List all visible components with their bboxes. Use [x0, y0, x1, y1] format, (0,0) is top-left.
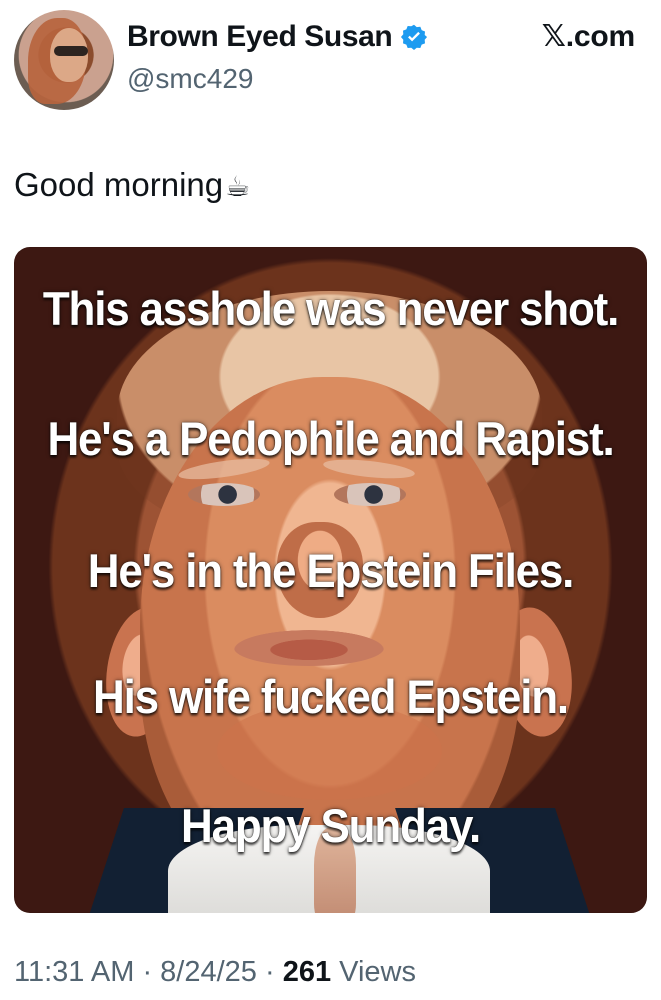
avatar-sunglasses — [54, 46, 88, 56]
portrait-left-eye — [188, 483, 260, 506]
tweet-header: Brown Eyed Susan @smc429 𝕏.com — [14, 10, 647, 110]
meme-line-2: He's a Pedophile and Rapist. — [47, 413, 614, 466]
portrait-mouth — [234, 630, 384, 666]
tweet-body: Good morning☕ — [14, 166, 647, 204]
tweet-time[interactable]: 11:31 AM — [14, 956, 134, 988]
coffee-cup-icon: ☕ — [225, 171, 251, 203]
x-brand-label: 𝕏.com — [541, 20, 635, 53]
tweet-text: Good morning — [14, 166, 224, 203]
meme-line-3: He's in the Epstein Files. — [87, 545, 575, 598]
tweet-image[interactable]: This asshole was never shot. He's a Pedo… — [14, 247, 647, 913]
portrait-right-eye — [334, 483, 406, 506]
meme-line-4: His wife fucked Epstein. — [93, 671, 569, 724]
views-count: 261 — [282, 956, 332, 988]
author-name-row[interactable]: Brown Eyed Susan — [127, 22, 428, 52]
profile-avatar[interactable] — [14, 10, 114, 110]
metadata-separator: · — [134, 956, 161, 988]
tweet-metadata: 11:31 AM · 8/24/25 · 261 Views — [14, 958, 416, 987]
display-name[interactable]: Brown Eyed Susan — [127, 22, 393, 52]
meme-line-5: Happy Sunday. — [181, 800, 481, 853]
views-label: Views — [331, 956, 416, 988]
meme-line-1: This asshole was never shot. — [42, 283, 619, 336]
verified-badge-icon — [400, 23, 428, 51]
tweet-date[interactable]: 8/24/25 — [160, 956, 257, 988]
metadata-separator: · — [256, 956, 283, 988]
user-handle[interactable]: @smc429 — [127, 65, 253, 93]
